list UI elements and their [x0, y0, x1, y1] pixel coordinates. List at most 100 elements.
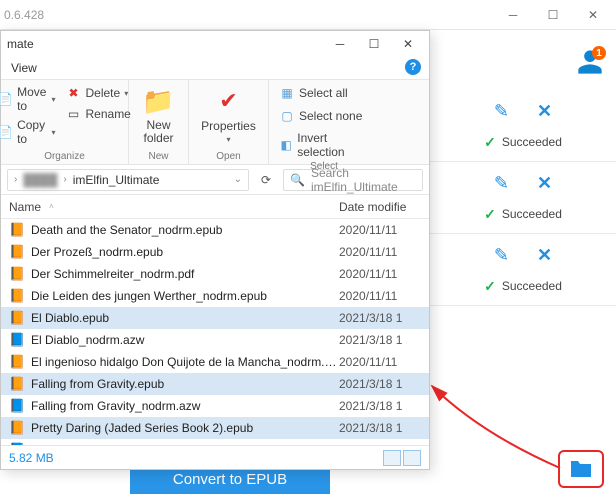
file-type-icon: 📙 — [9, 266, 25, 282]
file-date: 2020/11/11 — [339, 289, 421, 303]
file-name: Der Prozeß_nodrm.epub — [31, 245, 339, 259]
copy-to-button[interactable]: 📄Copy to▾ — [0, 117, 58, 147]
properties-button[interactable]: ✔ Properties▾ — [204, 84, 254, 145]
search-input[interactable]: 🔍 Search imElfin_Ultimate — [283, 169, 423, 191]
explorer-minimize-button[interactable]: ─ — [325, 33, 355, 55]
file-row[interactable]: 📙 El ingenioso hidalgo Don Quijote de la … — [1, 351, 429, 373]
help-icon[interactable]: ? — [405, 59, 421, 75]
result-row: ✎ ✕ ✓ Succeeded — [430, 90, 616, 162]
file-date: 2020/11/11 — [339, 267, 421, 281]
edit-icon[interactable]: ✎ — [494, 101, 509, 122]
file-date: 2021/3/18 1 — [339, 399, 421, 413]
delete-button[interactable]: ✖Delete▾ — [64, 84, 133, 102]
remove-icon[interactable]: ✕ — [537, 245, 552, 266]
status-badge: ✓ Succeeded — [484, 278, 562, 295]
file-row[interactable]: 📙 Pretty Daring (Jaded Series Book 2).epu… — [1, 417, 429, 439]
file-type-icon: 📙 — [9, 310, 25, 326]
ribbon-tabs: View ? — [1, 57, 429, 79]
select-all-button[interactable]: ▦Select all — [277, 84, 371, 102]
edit-icon[interactable]: ✎ — [494, 173, 509, 194]
rename-button[interactable]: ▭Rename — [64, 105, 133, 123]
file-row[interactable]: 📘El Diablo_nodrm.azw2021/3/18 1 — [1, 329, 429, 351]
file-name: El Diablo.epub — [31, 311, 339, 325]
select-all-icon: ▦ — [279, 85, 295, 101]
file-explorer-window: mate ─ ☐ ✕ View ? 📄Move to▾ 📄Copy to▾ ✖D… — [0, 30, 430, 470]
file-name: Pretty Daring (Jaded Series Book 2).epub — [31, 421, 339, 435]
file-date: 2020/11/11 — [339, 223, 421, 237]
explorer-maximize-button[interactable]: ☐ — [359, 33, 389, 55]
file-name: El ingenioso hidalgo Don Quijote de la M… — [31, 355, 339, 369]
invert-selection-button[interactable]: ◧Invert selection — [277, 130, 371, 160]
properties-icon: ✔ — [213, 85, 245, 117]
group-label: New — [148, 150, 168, 162]
file-type-icon: 📘 — [9, 332, 25, 348]
breadcrumb-current[interactable]: imElfin_Ultimate — [73, 173, 160, 187]
select-none-button[interactable]: ▢Select none — [277, 107, 371, 125]
remove-icon[interactable]: ✕ — [537, 173, 552, 194]
chevron-right-icon: › — [63, 174, 66, 185]
chevron-down-icon[interactable]: ⌄ — [234, 174, 242, 185]
file-name: Death and the Senator_nodrm.epub — [31, 223, 339, 237]
status-bar: 5.82 MB — [1, 445, 429, 469]
file-type-icon: 📙 — [9, 376, 25, 392]
folder-icon: 📁 — [143, 85, 175, 117]
open-output-folder-button[interactable] — [558, 450, 604, 488]
invert-icon: ◧ — [279, 137, 293, 153]
check-icon: ✓ — [484, 206, 496, 223]
file-date: 2021/3/18 1 — [339, 377, 421, 391]
file-type-icon: 📙 — [9, 420, 25, 436]
column-date[interactable]: Date modifie — [339, 200, 421, 214]
search-placeholder: Search imElfin_Ultimate — [311, 166, 416, 194]
refresh-button[interactable]: ⟳ — [255, 169, 277, 191]
column-name[interactable]: Name˄ — [9, 200, 339, 214]
select-none-icon: ▢ — [279, 108, 295, 124]
status-text: Succeeded — [502, 135, 562, 149]
move-icon: 📄 — [0, 91, 13, 107]
file-type-icon: 📙 — [9, 222, 25, 238]
view-icons-button[interactable] — [403, 450, 421, 466]
view-details-button[interactable] — [383, 450, 401, 466]
file-row[interactable]: 📙 Der Prozeß_nodrm.epub2020/11/11 — [1, 241, 429, 263]
file-date: 2020/11/11 — [339, 355, 421, 369]
move-to-button[interactable]: 📄Move to▾ — [0, 84, 58, 114]
chevron-right-icon: › — [14, 174, 17, 185]
breadcrumb-parent[interactable]: ████ — [23, 173, 57, 187]
check-icon: ✓ — [484, 134, 496, 151]
notification-badge: 1 — [592, 46, 606, 60]
user-avatar[interactable]: 1 — [576, 48, 604, 76]
file-row[interactable]: 📙El Diablo.epub2021/3/18 1 — [1, 307, 429, 329]
breadcrumb-path[interactable]: › ████ › imElfin_Ultimate ⌄ — [7, 169, 249, 191]
check-icon: ✓ — [484, 278, 496, 295]
tab-view[interactable]: View — [11, 61, 37, 75]
group-label: Open — [216, 150, 240, 162]
new-folder-button[interactable]: 📁 New folder — [134, 84, 184, 146]
explorer-close-button[interactable]: ✕ — [393, 33, 423, 55]
file-date: 2020/11/11 — [339, 245, 421, 259]
minimize-button[interactable]: ─ — [494, 1, 532, 29]
file-row[interactable]: 📙Die Leiden des jungen Werther_nodrm.epu… — [1, 285, 429, 307]
group-label: Organize — [44, 150, 85, 162]
close-button[interactable]: ✕ — [574, 1, 612, 29]
file-row[interactable]: 📙 Death and the Senator_nodrm.epub2020/11… — [1, 219, 429, 241]
edit-icon[interactable]: ✎ — [494, 245, 509, 266]
file-row[interactable]: 📙Der Schimmelreiter_nodrm.pdf2020/11/11 — [1, 263, 429, 285]
window-controls: ─ ☐ ✕ — [494, 1, 612, 29]
ribbon: 📄Move to▾ 📄Copy to▾ ✖Delete▾ ▭Rename Org… — [1, 79, 429, 165]
status-badge: ✓ Succeeded — [484, 206, 562, 223]
status-text: Succeeded — [502, 279, 562, 293]
file-type-icon: 📙 — [9, 354, 25, 370]
file-type-icon: 📙 — [9, 244, 25, 260]
rename-icon: ▭ — [66, 106, 82, 122]
address-bar: › ████ › imElfin_Ultimate ⌄ ⟳ 🔍 Search i… — [1, 165, 429, 195]
results-panel: 1 ✎ ✕ ✓ Succeeded ✎ ✕ ✓ Succeeded ✎ ✕ ✓ … — [430, 30, 616, 470]
file-row[interactable]: 📘Falling from Gravity_nodrm.azw2021/3/18… — [1, 395, 429, 417]
file-type-icon: 📘 — [9, 398, 25, 414]
selection-size: 5.82 MB — [9, 451, 54, 465]
file-name: Die Leiden des jungen Werther_nodrm.epub — [31, 289, 339, 303]
remove-icon[interactable]: ✕ — [537, 101, 552, 122]
maximize-button[interactable]: ☐ — [534, 1, 572, 29]
file-row[interactable]: 📙Falling from Gravity.epub2021/3/18 1 — [1, 373, 429, 395]
sort-indicator: ˄ — [49, 202, 54, 211]
view-toggle — [383, 450, 421, 466]
status-text: Succeeded — [502, 207, 562, 221]
